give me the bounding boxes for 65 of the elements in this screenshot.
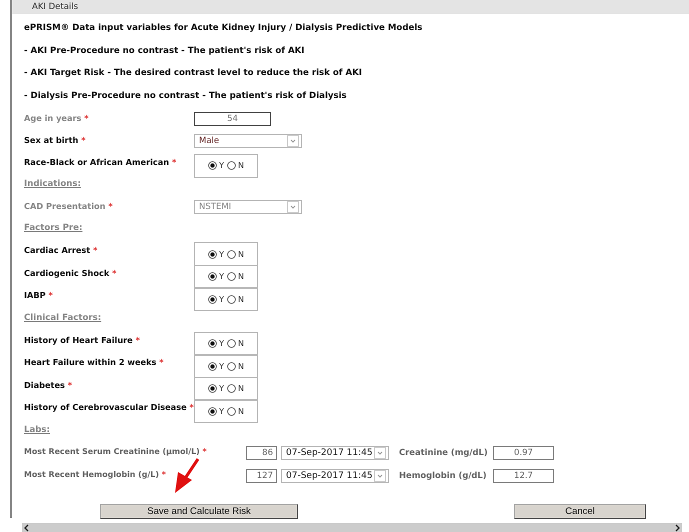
field-label: History of Cerebrovascular Disease * <box>24 401 194 414</box>
arrow-drawing <box>175 458 200 493</box>
intro-text: - AKI Pre-Procedure no contrast - The patient's risk of AKI <box>24 44 306 58</box>
field-label: Age in years * <box>24 112 90 125</box>
field-label: History of Heart Failure * <box>24 334 141 347</box>
input-field[interactable]: 0.97 <box>493 446 554 460</box>
field-label: Creatinine (mg/dL) <box>399 446 489 459</box>
radio-label: Y <box>219 161 224 170</box>
date-dropdown[interactable]: 07-Sep-2017 11:45 <box>281 468 389 483</box>
intro-text: - AKI Target Risk - The desired contrast level to reduce the risk of AKI <box>24 67 363 80</box>
save-button[interactable]: Save and Calculate Risk <box>100 504 298 519</box>
radio-label: N <box>238 250 244 259</box>
dropdown[interactable]: Male <box>194 134 302 148</box>
radio-label: N <box>238 294 244 304</box>
radio-button[interactable] <box>226 339 236 348</box>
field-label: Race-Black or African American * <box>24 156 178 169</box>
radio-label: N <box>238 384 244 394</box>
field-label: Cardiogenic Shock * <box>24 266 118 280</box>
radio-label: Y <box>219 384 224 394</box>
radio-label: N <box>238 161 244 170</box>
panel-title: AKI Details <box>12 0 689 14</box>
field-label: Hemoglobin (g/dL) <box>399 468 488 482</box>
radio-label: N <box>238 272 244 282</box>
radio-label: Y <box>219 339 224 348</box>
field-label: CAD Presentation * <box>24 200 114 214</box>
section-heading: Factors Pre: <box>24 222 82 236</box>
cancel-button[interactable]: Cancel <box>514 504 646 519</box>
radio-button[interactable] <box>226 406 236 416</box>
radio-label: Y <box>219 294 224 304</box>
intro-text: - Dialysis Pre-Procedure no contrast - The patient's risk of Dialysis <box>24 90 348 104</box>
radio-button[interactable] <box>208 294 218 304</box>
section-heading: Indications: <box>24 178 81 192</box>
input-field[interactable]: 86 <box>246 446 277 460</box>
intro-text: ePRISM® Data input variables for Acute Kidney Injury / Dialysis Predictive Models <box>24 22 424 35</box>
radio-button[interactable] <box>226 250 236 259</box>
field-label: IABP * <box>24 289 54 302</box>
field-label: Heart Failure within 2 weeks * <box>24 356 165 370</box>
radio-label: Y <box>219 362 224 371</box>
input-field[interactable]: 127 <box>246 468 277 483</box>
radio-button[interactable] <box>226 161 236 170</box>
radio-button[interactable] <box>226 294 236 304</box>
section-heading: Clinical Factors: <box>24 312 102 325</box>
input-field[interactable]: 12.7 <box>493 468 554 483</box>
radio-label: N <box>238 406 244 416</box>
radio-button[interactable] <box>208 339 218 348</box>
radio-label: Y <box>219 406 224 416</box>
radio-button[interactable] <box>208 250 218 259</box>
field-label: Diabetes * <box>24 378 74 392</box>
radio-label: Y <box>219 250 224 259</box>
radio-button[interactable] <box>208 272 218 282</box>
radio-button[interactable] <box>208 384 218 394</box>
section-heading: Labs: <box>24 424 50 437</box>
radio-label: Y <box>219 272 224 282</box>
date-dropdown[interactable]: 07-Sep-2017 11:45 <box>281 446 389 460</box>
radio-button[interactable] <box>226 384 236 394</box>
radio-button[interactable] <box>208 362 218 371</box>
radio-button[interactable] <box>208 406 218 416</box>
field-label: Sex at birth * <box>24 134 86 147</box>
radio-button[interactable] <box>226 362 236 371</box>
radio-button[interactable] <box>208 161 218 170</box>
horizontal-scrollbar[interactable] <box>22 523 682 532</box>
field-label: Cardiac Arrest * <box>24 244 98 258</box>
radio-label: N <box>238 362 244 371</box>
radio-button[interactable] <box>226 272 236 282</box>
radio-label: N <box>238 339 244 348</box>
